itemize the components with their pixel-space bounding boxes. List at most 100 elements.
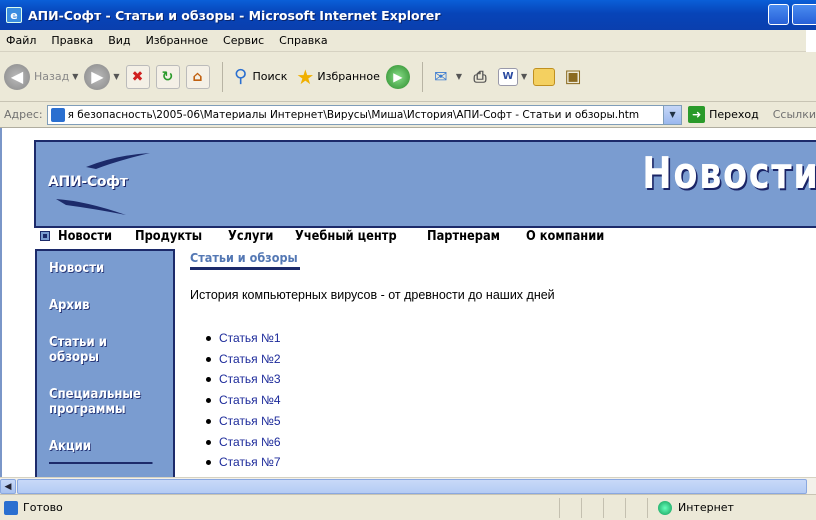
mail-button[interactable]: ✉ ▼ [429, 65, 462, 89]
go-button[interactable]: ➜ Переход [688, 106, 759, 123]
address-value: я безопасность\2005-06\Материалы Интерне… [67, 108, 640, 121]
windows-logo [806, 30, 816, 52]
nav-square-icon [40, 231, 50, 241]
star-icon: ★ [296, 64, 315, 89]
research-icon: ▣ [564, 66, 582, 87]
toolbar-separator [221, 61, 223, 92]
menu-edit[interactable]: Правка [51, 34, 93, 47]
search-icon: ⚲ [233, 66, 248, 87]
mail-dropdown-icon[interactable]: ▼ [456, 72, 462, 81]
back-button[interactable]: ◀ Назад ▼ [4, 63, 78, 90]
forward-dropdown-icon[interactable]: ▼ [113, 72, 119, 81]
print-icon: ⎙ [473, 66, 487, 86]
site-sidebar: Новости Архив Статьи и обзоры Специальны… [35, 249, 175, 477]
print-button[interactable]: ⎙ [468, 65, 492, 89]
site-nav: Новости Продукты Услуги Учебный центр Па… [40, 226, 631, 246]
status-cell [582, 497, 604, 518]
scroll-thumb[interactable] [17, 479, 807, 494]
site-logo[interactable]: АПИ-Софт [48, 174, 128, 190]
address-input[interactable]: я безопасность\2005-06\Материалы Интерне… [46, 104, 683, 125]
media-icon: ▶ [385, 64, 410, 89]
menu-favorites[interactable]: Избранное [146, 34, 208, 47]
menu-file[interactable]: Файл [6, 34, 36, 47]
go-arrow-icon: ➜ [688, 106, 706, 123]
edit-button[interactable]: W ▼ [498, 67, 527, 86]
menu-bar: Файл Правка Вид Избранное Сервис Справка [0, 30, 816, 52]
back-dropdown-icon[interactable]: ▼ [72, 72, 78, 81]
article-link[interactable]: Статья №7 [206, 452, 810, 473]
menu-view[interactable]: Вид [108, 34, 130, 47]
research-button[interactable]: ▣ [561, 65, 585, 89]
toolbar-separator [421, 61, 423, 92]
home-button[interactable]: ⌂ [185, 64, 210, 89]
nav-products[interactable]: Продукты [135, 229, 202, 244]
article-list: Статья №1 Статья №2 Статья №3 Статья №4 … [190, 328, 810, 473]
status-main: Готово [0, 497, 560, 518]
ie-icon: e [6, 7, 22, 23]
links-label[interactable]: Ссылки [773, 108, 816, 121]
favorites-button[interactable]: ★ Избранное [293, 65, 379, 89]
maximize-button[interactable] [792, 4, 816, 25]
sidebar-item-news[interactable]: Новости [49, 261, 166, 276]
banner-title: Новости [642, 148, 816, 199]
menu-tools[interactable]: Сервис [223, 34, 264, 47]
folder-icon [533, 67, 556, 86]
forward-arrow-icon: ▶ [84, 63, 111, 90]
status-bar: Готово Интернет [0, 494, 816, 520]
article-link[interactable]: Статья №5 [206, 411, 810, 432]
minimize-button[interactable] [768, 4, 789, 25]
edit-dropdown-icon[interactable]: ▼ [521, 72, 527, 81]
forward-button[interactable]: ▶ ▼ [84, 63, 120, 90]
toolbar: ◀ Назад ▼ ▶ ▼ ✖ ↻ ⌂ ⚲ Поиск ★ Избранное … [0, 52, 816, 102]
title-bar: e АПИ-Софт - Статьи и обзоры - Microsoft… [0, 0, 816, 30]
status-zone: Интернет [648, 498, 816, 518]
status-cell [604, 497, 626, 518]
sidebar-item-promo[interactable]: Акции [49, 439, 153, 464]
page-icon [50, 107, 65, 122]
nav-training[interactable]: Учебный центр [295, 229, 397, 244]
main-content: Статьи и обзоры История компьютерных вир… [190, 250, 810, 473]
status-cell [560, 497, 582, 518]
home-icon: ⌂ [185, 64, 210, 89]
media-button[interactable]: ▶ [385, 64, 410, 89]
address-dropdown-icon[interactable]: ▼ [663, 105, 682, 124]
stop-button[interactable]: ✖ [125, 64, 150, 89]
article-link[interactable]: Статья №2 [206, 349, 810, 370]
search-button[interactable]: ⚲ Поиск [229, 65, 288, 89]
address-bar: Адрес: я безопасность\2005-06\Материалы … [0, 102, 816, 128]
zone-text: Интернет [678, 501, 734, 514]
article-link[interactable]: Статья №3 [206, 369, 810, 390]
intro-text: История компьютерных вирусов - от древно… [190, 288, 555, 302]
sidebar-item-articles[interactable]: Статьи и обзоры [49, 335, 121, 365]
mail-icon: ✉ [434, 67, 448, 86]
nav-partners[interactable]: Партнерам [427, 229, 500, 244]
nav-about[interactable]: О компании [526, 229, 604, 244]
article-link[interactable]: Статья №1 [206, 328, 810, 349]
status-text: Готово [23, 501, 63, 514]
sidebar-item-special[interactable]: Специальные программы [49, 387, 148, 417]
section-underline [190, 267, 300, 270]
nav-news[interactable]: Новости [58, 229, 112, 244]
go-label: Переход [709, 108, 759, 121]
article-link[interactable]: Статья №6 [206, 432, 810, 453]
discuss-button[interactable] [533, 67, 556, 86]
article-link[interactable]: Статья №4 [206, 390, 810, 411]
page-done-icon [4, 500, 18, 515]
refresh-button[interactable]: ↻ [155, 64, 180, 89]
search-label: Поиск [252, 70, 288, 83]
window-title: АПИ-Софт - Статьи и обзоры - Microsoft I… [28, 7, 441, 23]
status-cell [626, 497, 648, 518]
address-label: Адрес: [4, 108, 43, 121]
section-title: Статьи и обзоры [190, 250, 298, 265]
horizontal-scrollbar[interactable]: ◀ [0, 477, 816, 494]
scroll-left-icon[interactable]: ◀ [0, 479, 16, 494]
sidebar-item-archive[interactable]: Архив [49, 298, 166, 313]
back-label: Назад [34, 70, 70, 83]
menu-help[interactable]: Справка [279, 34, 327, 47]
favorites-label: Избранное [317, 70, 380, 83]
nav-services[interactable]: Услуги [228, 229, 273, 244]
page-viewport: АПИ-Софт Новости Новости Продукты Услуги… [0, 128, 816, 477]
refresh-icon: ↻ [155, 64, 180, 89]
stop-icon: ✖ [125, 64, 150, 89]
word-icon: W [498, 67, 518, 86]
